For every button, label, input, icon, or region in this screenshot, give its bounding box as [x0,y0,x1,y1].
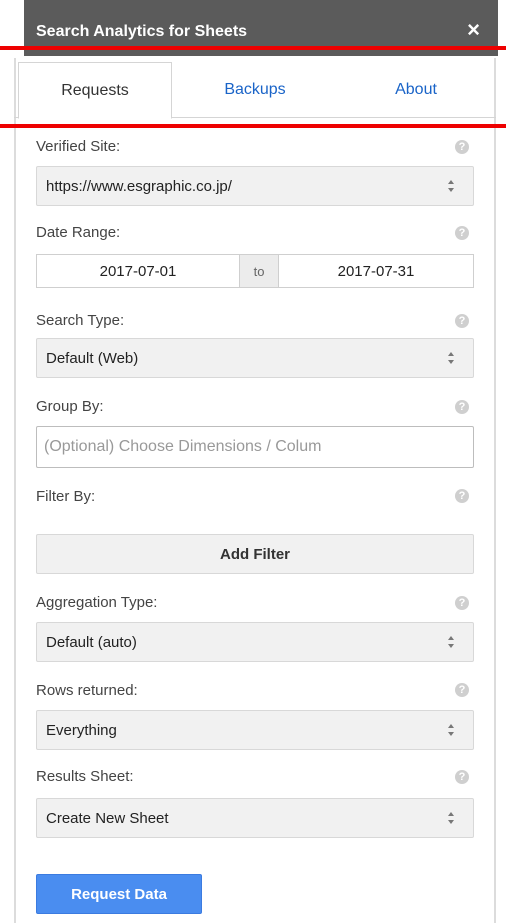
add-filter-button[interactable]: Add Filter [36,534,474,574]
start-date-input[interactable]: 2017-07-01 [36,254,240,288]
filter-by-label: Filter By: [36,488,96,505]
annotation-line-top [0,46,506,50]
help-icon: ? [455,314,469,328]
verified-site-label: Verified Site: [36,138,121,155]
results-sheet-label: Results Sheet: [36,768,134,785]
select-arrows-icon [448,724,454,736]
date-range-label: Date Range: [36,224,121,241]
aggregation-type-label: Aggregation Type: [36,594,158,611]
results-sheet-value: Create New Sheet [46,809,169,827]
verified-site-select[interactable]: https://www.esgraphic.co.jp/ [36,166,474,206]
rows-returned-label: Rows returned: [36,682,138,699]
help-icon: ? [455,596,469,610]
search-type-value: Default (Web) [46,349,139,367]
group-by-input[interactable]: (Optional) Choose Dimensions / Colum [36,426,474,468]
request-data-button[interactable]: Request Data [36,874,202,914]
help-icon: ? [455,683,469,697]
verified-site-value: https://www.esgraphic.co.jp/ [46,177,232,195]
date-range-separator: to [240,254,278,288]
help-icon: ? [455,140,469,154]
select-arrows-icon [448,636,454,648]
help-icon: ? [455,226,469,240]
tab-backups[interactable]: Backups [184,62,326,118]
rows-returned-value: Everything [46,721,117,739]
help-icon: ? [455,400,469,414]
select-arrows-icon [448,352,454,364]
search-type-label: Search Type: [36,312,125,329]
search-type-select[interactable]: Default (Web) [36,338,474,378]
annotation-line-bottom [0,124,506,128]
help-icon: ? [455,489,469,503]
aggregation-type-value: Default (auto) [46,633,137,651]
aggregation-type-select[interactable]: Default (auto) [36,622,474,662]
select-arrows-icon [448,812,454,824]
tab-bar: Requests Backups About [14,62,496,119]
results-sheet-select[interactable]: Create New Sheet [36,798,474,838]
tab-requests[interactable]: Requests [18,62,172,119]
tab-about[interactable]: About [350,62,482,118]
help-icon: ? [455,770,469,784]
select-arrows-icon [448,180,454,192]
close-icon[interactable]: × [467,19,480,41]
end-date-input[interactable]: 2017-07-31 [278,254,474,288]
rows-returned-select[interactable]: Everything [36,710,474,750]
sidebar-title: Search Analytics for Sheets [36,23,248,40]
group-by-label: Group By: [36,398,104,415]
